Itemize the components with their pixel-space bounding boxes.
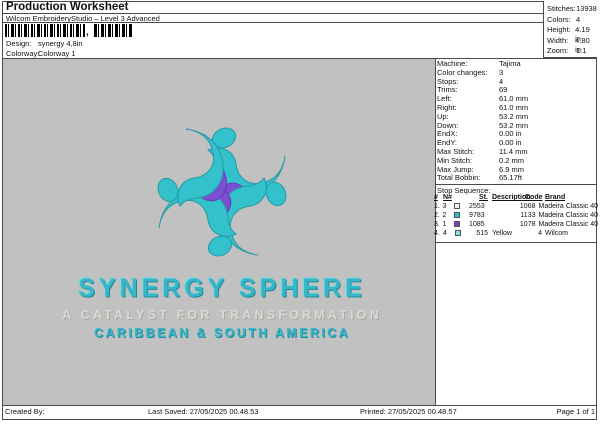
design-row: Design: synergy 4,8in — [6, 39, 83, 48]
stat-row-zoom: Zoom:1:1 — [547, 46, 597, 57]
machine-row: Total Bobbin:65.17ft — [437, 174, 597, 183]
stat-row-width: Width:4.80 in — [547, 36, 597, 47]
design-region-text: CARIBBEAN & SOUTH AMERICA — [50, 326, 394, 340]
stat-row-colors: Colors:4 — [547, 15, 597, 26]
stat-label: Zoom: — [547, 46, 576, 57]
stat-value: 13938 — [576, 4, 597, 15]
design-stats-box: Stitches:13938 Colors:4 Height:4.19 in W… — [543, 1, 597, 58]
col-header-stitches: St. — [466, 193, 488, 202]
thread-color-swatch — [454, 212, 460, 218]
stop-sequence-bottom-border — [436, 242, 597, 243]
stat-value: 1:1 — [576, 46, 586, 57]
table-row: 4. 4 515 Yellow 4 Wilcom — [434, 229, 598, 238]
design-label: Design: — [6, 39, 38, 48]
stat-value: 4 — [576, 15, 580, 26]
stop-sequence-divider — [436, 184, 597, 185]
header-divider-2 — [2, 22, 543, 23]
stat-label: Width: — [547, 36, 575, 47]
footer-divider — [2, 405, 597, 406]
design-tagline-text: A CATALYST FOR TRANSFORMATION — [50, 308, 394, 322]
barcode-bars-left — [5, 24, 85, 37]
design-value: synergy 4,8in — [38, 39, 83, 48]
colorway-row: Colorway: Colorway 1 — [6, 49, 76, 58]
design-title-text: SYNERGY SPHERE — [50, 273, 394, 303]
stat-row-stitches: Stitches:13938 — [547, 4, 597, 15]
footer-created-by: Created By: — [5, 407, 45, 416]
thread-color-swatch — [455, 230, 461, 236]
col-header-brand: Brand — [542, 193, 565, 202]
page-title: Production Worksheet — [6, 1, 128, 13]
table-row: 2. 2 9783 1133 Madeira Classic 40 — [434, 211, 598, 220]
stat-row-height: Height:4.19 in — [547, 25, 597, 36]
barcode-bars-right — [94, 24, 133, 37]
col-header-swatch — [453, 193, 466, 202]
col-header-num: # — [434, 193, 443, 202]
col-header-needle: N# — [443, 193, 453, 202]
footer-page-number: Page 1 of 1 — [557, 407, 595, 416]
thread-color-swatch — [454, 221, 460, 227]
col-header-description: Description — [488, 193, 525, 202]
stop-sequence-table: # N# St. Description Code Brand 1. 3 255… — [434, 193, 598, 238]
barcode-separator: , — [86, 27, 89, 38]
colorway-label: Colorway: — [6, 49, 38, 58]
table-row: 1. 3 2553 1068 Madeira Classic 40 — [434, 202, 598, 211]
embroidery-swirl-logo — [134, 104, 310, 280]
machine-row: Stops:4 — [437, 78, 597, 87]
production-worksheet-page: Production Worksheet Wilcom EmbroiderySt… — [0, 0, 600, 424]
col-header-code: Code — [525, 193, 542, 202]
barcode: , — [5, 24, 135, 37]
machine-label: Total Bobbin: — [437, 174, 499, 183]
stop-sequence-header-row: # N# St. Description Code Brand — [434, 193, 598, 202]
stat-label: Colors: — [547, 15, 576, 26]
machine-value: 65.17ft — [499, 174, 522, 183]
stat-value: 4.80 in — [575, 36, 597, 47]
footer-last-saved: Last Saved: 27/05/2025 00.48.53 — [148, 407, 259, 416]
footer-printed: Printed: 27/05/2025 00.48.57 — [360, 407, 457, 416]
colorway-value: Colorway 1 — [38, 49, 76, 58]
stat-label: Stitches: — [547, 4, 576, 15]
stat-label: Height: — [547, 25, 575, 36]
thread-color-swatch — [454, 203, 460, 209]
machine-info-panel: Machine:Tajima Color changes:3 Stops:4 T… — [437, 60, 597, 183]
machine-row: Color changes:3 — [437, 69, 597, 78]
stat-value: 4.19 in — [575, 25, 597, 36]
table-row: 3. 1 1085 1078 Madeira Classic 40 — [434, 220, 598, 229]
